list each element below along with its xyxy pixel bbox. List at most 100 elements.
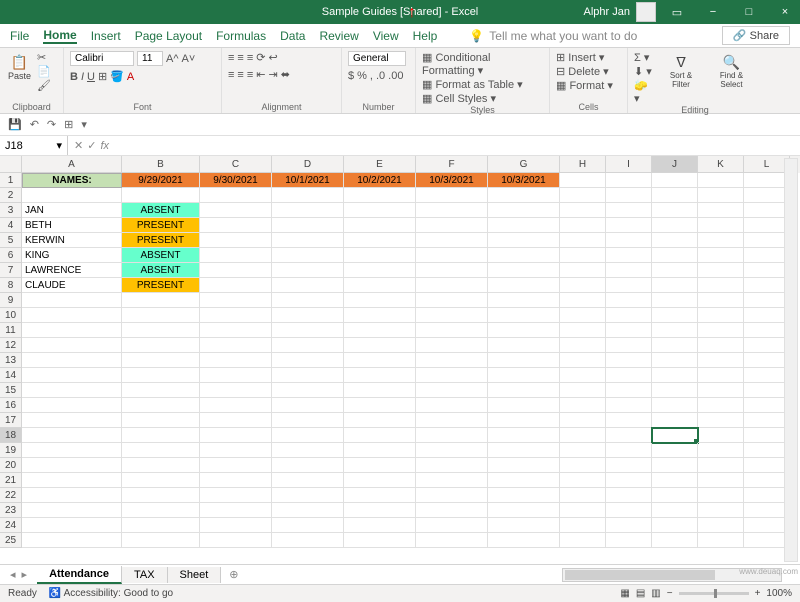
cell[interactable]	[698, 278, 744, 293]
increase-font-icon[interactable]: A^	[166, 53, 179, 65]
cell[interactable]	[344, 488, 416, 503]
cell[interactable]	[416, 233, 488, 248]
cell[interactable]	[122, 293, 200, 308]
cell[interactable]	[416, 293, 488, 308]
cell[interactable]	[652, 368, 698, 383]
vertical-scrollbar[interactable]	[784, 158, 798, 562]
cell[interactable]	[560, 263, 606, 278]
cell[interactable]	[416, 518, 488, 533]
row-header-23[interactable]: 23	[0, 503, 22, 518]
align-top-icon[interactable]: ≡	[228, 52, 234, 64]
cell[interactable]	[560, 458, 606, 473]
cell[interactable]	[488, 443, 560, 458]
row-header-15[interactable]: 15	[0, 383, 22, 398]
cell[interactable]	[652, 398, 698, 413]
align-left-icon[interactable]: ≡	[228, 69, 234, 81]
cell[interactable]	[122, 488, 200, 503]
cell[interactable]	[488, 518, 560, 533]
cell[interactable]	[488, 488, 560, 503]
cell[interactable]	[416, 473, 488, 488]
cell[interactable]	[22, 323, 122, 338]
tab-home[interactable]: Home	[43, 28, 76, 44]
cell[interactable]	[652, 263, 698, 278]
font-name-select[interactable]	[70, 51, 134, 66]
cell[interactable]	[344, 413, 416, 428]
cell[interactable]	[652, 458, 698, 473]
cell[interactable]	[606, 188, 652, 203]
col-header-e[interactable]: E	[344, 156, 416, 173]
cell[interactable]	[272, 263, 344, 278]
cell[interactable]	[122, 413, 200, 428]
cell[interactable]	[22, 458, 122, 473]
cell[interactable]	[560, 338, 606, 353]
cell[interactable]	[200, 503, 272, 518]
cell[interactable]	[22, 308, 122, 323]
indent-right-icon[interactable]: ⇥	[268, 68, 277, 81]
cell[interactable]	[416, 383, 488, 398]
cell[interactable]	[560, 443, 606, 458]
cell[interactable]	[488, 473, 560, 488]
cell[interactable]	[344, 293, 416, 308]
cell[interactable]	[344, 188, 416, 203]
cell[interactable]	[272, 308, 344, 323]
cell[interactable]	[698, 248, 744, 263]
cell[interactable]	[488, 188, 560, 203]
cell[interactable]	[344, 368, 416, 383]
cell[interactable]	[344, 473, 416, 488]
percent-icon[interactable]: %	[357, 70, 367, 82]
cell[interactable]	[344, 278, 416, 293]
cell[interactable]	[200, 293, 272, 308]
name-box[interactable]: J18▾	[0, 136, 68, 155]
cell[interactable]	[272, 203, 344, 218]
cell[interactable]	[560, 203, 606, 218]
cell[interactable]	[488, 353, 560, 368]
cell[interactable]: NAMES:	[22, 173, 122, 188]
cell[interactable]	[200, 383, 272, 398]
view-normal-icon[interactable]: ▦	[620, 588, 629, 599]
cell[interactable]	[122, 383, 200, 398]
cell[interactable]	[606, 263, 652, 278]
cell[interactable]	[560, 398, 606, 413]
cell[interactable]	[652, 338, 698, 353]
cell[interactable]	[606, 353, 652, 368]
align-center-icon[interactable]: ≡	[237, 69, 243, 81]
cell[interactable]	[560, 383, 606, 398]
cell[interactable]	[22, 338, 122, 353]
merge-center-icon[interactable]: ⬌	[281, 68, 290, 81]
cell[interactable]	[652, 308, 698, 323]
cell[interactable]: ABSENT	[122, 248, 200, 263]
cell[interactable]	[652, 173, 698, 188]
col-header-i[interactable]: I	[606, 156, 652, 173]
cell[interactable]: CLAUDE	[22, 278, 122, 293]
cell[interactable]	[200, 188, 272, 203]
autosum-icon[interactable]: Σ ▾	[634, 51, 655, 64]
cell[interactable]	[416, 338, 488, 353]
cell[interactable]	[122, 428, 200, 443]
row-header-9[interactable]: 9	[0, 293, 22, 308]
cell[interactable]	[200, 443, 272, 458]
cell[interactable]	[200, 398, 272, 413]
row-header-6[interactable]: 6	[0, 248, 22, 263]
cell[interactable]	[488, 413, 560, 428]
cell[interactable]	[22, 428, 122, 443]
italic-icon[interactable]: I	[81, 71, 84, 83]
cell[interactable]	[416, 203, 488, 218]
cell[interactable]	[560, 218, 606, 233]
format-as-table-button[interactable]: ▦ Format as Table ▾	[422, 78, 523, 91]
row-header-2[interactable]: 2	[0, 188, 22, 203]
cell[interactable]	[560, 308, 606, 323]
cell[interactable]	[200, 323, 272, 338]
cell[interactable]	[698, 203, 744, 218]
cell[interactable]	[344, 518, 416, 533]
select-all-corner[interactable]	[0, 156, 22, 173]
cell[interactable]	[122, 458, 200, 473]
cell[interactable]	[416, 218, 488, 233]
cell[interactable]	[488, 338, 560, 353]
cell[interactable]	[416, 323, 488, 338]
cell[interactable]	[488, 233, 560, 248]
cell[interactable]: PRESENT	[122, 278, 200, 293]
cell[interactable]	[272, 218, 344, 233]
cell[interactable]	[200, 488, 272, 503]
cell[interactable]	[416, 308, 488, 323]
cell[interactable]	[652, 293, 698, 308]
